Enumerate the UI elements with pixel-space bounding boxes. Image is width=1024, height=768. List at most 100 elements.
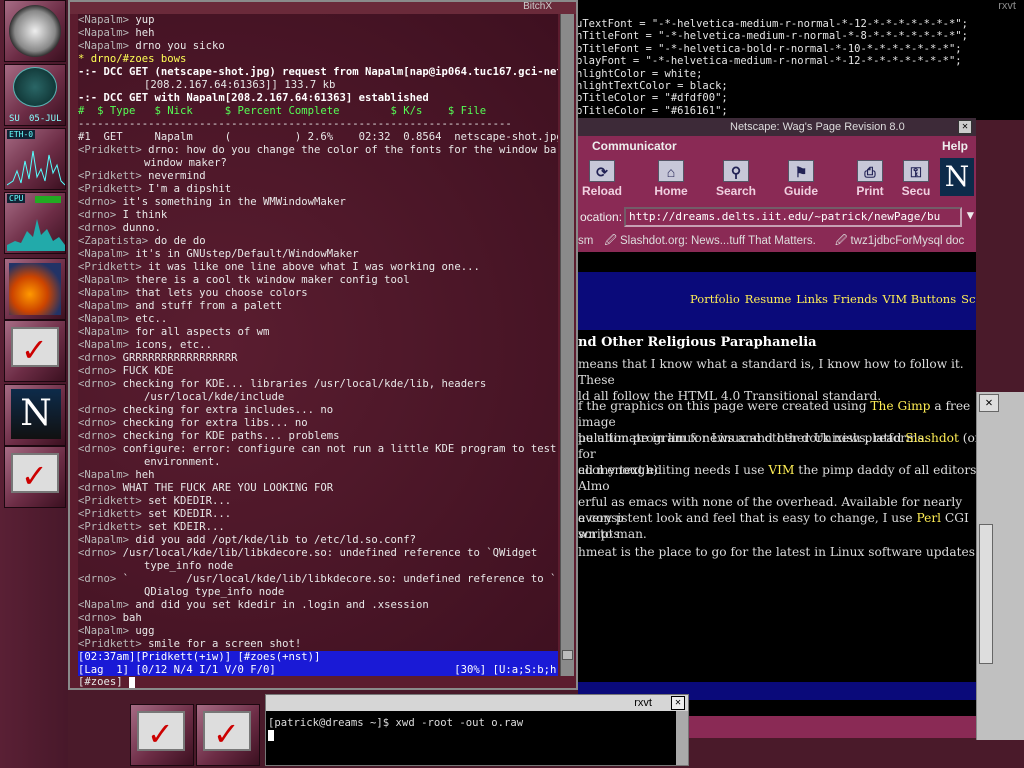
- security-button[interactable]: ⚿ Secu: [896, 160, 936, 198]
- menu-help[interactable]: Help: [942, 136, 968, 156]
- bookmark-1[interactable]: sm: [578, 235, 593, 247]
- scrollbar[interactable]: [676, 711, 688, 765]
- scrollbar[interactable]: [560, 14, 574, 676]
- paragraph: a consistent look and feel that is easy …: [578, 510, 976, 542]
- close-button[interactable]: ✕: [958, 120, 972, 134]
- chat-line: <Pridkett> smile for a screen shot!: [78, 638, 558, 651]
- close-icon[interactable]: ✕: [979, 394, 999, 412]
- menu-communicator[interactable]: Communicator: [592, 139, 677, 153]
- chat-nick[interactable]: <Napalm>: [78, 599, 135, 611]
- nav-link[interactable]: Resume: [745, 292, 791, 306]
- chat-nick[interactable]: <drno>: [78, 352, 123, 364]
- close-button[interactable]: ✕: [671, 696, 685, 710]
- chat-nick[interactable]: <drno>: [78, 222, 123, 234]
- background-terminal[interactable]: rxvt uTextFont = "-*-helvetica-medium-r-…: [570, 0, 1024, 120]
- chat-nick[interactable]: <Napalm>: [78, 248, 135, 260]
- chat-nick[interactable]: <Pridkett>: [78, 261, 148, 273]
- chat-line: <Napalm> drno you sicko: [78, 40, 558, 53]
- chat-nick[interactable]: <Pridkett>: [78, 521, 148, 533]
- irc-input-line[interactable]: [#zoes]: [78, 676, 136, 688]
- netscape-window[interactable]: Netscape: Wag's Page Revision 8.0 ✕ Comm…: [578, 118, 976, 738]
- bitchx-window[interactable]: BitchX <Napalm> yup <Napalm> heh <Napalm> …: [68, 0, 578, 690]
- chat-nick[interactable]: <drno>: [78, 612, 123, 624]
- chat-nick[interactable]: <drno>: [78, 378, 123, 390]
- bookmark-twz[interactable]: 🖉 twz1jdbcForMysql doc: [835, 235, 972, 247]
- search-button[interactable]: ⚲ Search: [706, 160, 766, 198]
- print-button[interactable]: ⎙ Print: [840, 160, 900, 198]
- chat-nick[interactable]: <Pridkett>: [78, 170, 148, 182]
- dock-app-terminal-2[interactable]: ✓: [4, 446, 66, 508]
- page-link[interactable]: Perl: [916, 511, 941, 525]
- chat-nick[interactable]: <Napalm>: [78, 534, 135, 546]
- page-link[interactable]: VIM: [768, 463, 794, 477]
- chat-nick[interactable]: <Napalm>: [78, 27, 135, 39]
- chat-nick[interactable]: <drno>: [78, 573, 123, 585]
- nav-link[interactable]: VIM Buttons: [883, 292, 957, 306]
- chat-line: <Pridkett> drno: how do you change the c…: [78, 144, 558, 157]
- page-link[interactable]: The Gimp: [870, 399, 930, 413]
- chat-line: <Pridkett> set KDEDIR...: [78, 508, 558, 521]
- chat-nick[interactable]: <Pridkett>: [78, 508, 148, 520]
- chat-nick[interactable]: <drno>: [78, 404, 123, 416]
- bookmark-slashdot[interactable]: 🖉 Slashdot.org: News...tuff That Matters…: [605, 235, 824, 247]
- chat-nick[interactable]: <drno>: [78, 430, 123, 442]
- chat-nick[interactable]: <drno>: [78, 196, 123, 208]
- chat-nick[interactable]: <Napalm>: [78, 326, 135, 338]
- dock-app-cpumon[interactable]: CPU: [4, 192, 66, 254]
- chat-nick[interactable]: <Pridkett>: [78, 638, 148, 650]
- nav-link[interactable]: Friends: [833, 292, 878, 306]
- clip-terminal-1[interactable]: ✓: [130, 704, 194, 766]
- chat-text: FUCK KDE: [122, 365, 174, 377]
- dock-app-netscape[interactable]: N: [4, 384, 66, 446]
- scrollbar-thumb[interactable]: [562, 650, 573, 660]
- chat-nick[interactable]: <drno>: [78, 547, 123, 559]
- chat-nick[interactable]: <Pridkett>: [78, 495, 148, 507]
- side-panel[interactable]: ✕: [976, 392, 1024, 740]
- chat-nick[interactable]: <Napalm>: [78, 40, 135, 52]
- page-link[interactable]: Slashdot: [905, 431, 959, 445]
- chat-nick[interactable]: <drno>: [78, 209, 123, 221]
- terminal-titlebar[interactable]: rxvt: [266, 695, 688, 711]
- nav-link[interactable]: Links: [796, 292, 828, 306]
- chat-nick[interactable]: <drno>: [78, 482, 123, 494]
- url-input[interactable]: http://dreams.delts.iit.edu/~patrick/new…: [624, 207, 962, 227]
- home-button[interactable]: ⌂ Home: [641, 160, 701, 198]
- chat-nick[interactable]: <Napalm>: [78, 339, 135, 351]
- reload-button[interactable]: ⟳ Reload: [578, 160, 632, 198]
- chat-nick[interactable]: <Napalm>: [78, 469, 135, 481]
- chat-nick[interactable]: <Napalm>: [78, 274, 135, 286]
- bitchx-titlebar[interactable]: BitchX: [70, 2, 576, 14]
- chat-nick[interactable]: <drno>: [78, 417, 123, 429]
- scrollbar[interactable]: [979, 524, 993, 664]
- chat-nick[interactable]: <Napalm>: [78, 625, 135, 637]
- terminal-output[interactable]: [patrick@dreams ~]$ xwd -root -out o.raw: [266, 711, 688, 747]
- dock-app-netmon[interactable]: ETH-0: [4, 128, 66, 190]
- chat-nick[interactable]: <drno>: [78, 443, 123, 455]
- chat-nick[interactable]: <Napalm>: [78, 313, 135, 325]
- chat-nick[interactable]: <Napalm>: [78, 14, 135, 26]
- home-icon: ⌂: [658, 160, 684, 182]
- chat-text: that lets you choose colors: [135, 287, 308, 299]
- chat-nick[interactable]: <drno>: [78, 365, 123, 377]
- clip-terminal-2[interactable]: ✓: [196, 704, 260, 766]
- netscape-titlebar[interactable]: Netscape: Wag's Page Revision 8.0: [578, 118, 976, 136]
- dock-app-terminal-1[interactable]: ✓: [4, 320, 66, 382]
- nav-link[interactable]: Screensho: [961, 292, 976, 306]
- irc-status-bar: [02:37am][Pridkett(+iw)] [#zoes(+nst)]: [78, 651, 558, 664]
- chevron-down-icon[interactable]: ▼: [967, 208, 974, 222]
- chat-nick[interactable]: <Pridkett>: [78, 144, 148, 156]
- rxvt-terminal[interactable]: rxvt ✕ [patrick@dreams ~]$ xwd -root -ou…: [265, 694, 689, 766]
- nav-link[interactable]: Portfolio: [690, 292, 740, 306]
- chat-nick[interactable]: <Pridkett>: [78, 183, 148, 195]
- eth-label: ETH-0: [7, 130, 36, 139]
- chat-nick[interactable]: <Zapatista>: [78, 235, 155, 247]
- chat-line: # $ Type $ Nick $ Percent Complete $ K/s…: [78, 105, 487, 117]
- dock-app-gimp[interactable]: [4, 258, 66, 320]
- dock-app-clock[interactable]: SU 05-JUL: [4, 64, 66, 126]
- chat-nick[interactable]: <Napalm>: [78, 300, 135, 312]
- chat-nick[interactable]: <Napalm>: [78, 287, 135, 299]
- checkmark-monitor-icon: ✓: [137, 711, 185, 753]
- dock-app-gnustep[interactable]: [4, 0, 66, 62]
- guide-button[interactable]: ⚑ Guide: [771, 160, 831, 198]
- netscape-throbber-icon[interactable]: N: [940, 158, 974, 196]
